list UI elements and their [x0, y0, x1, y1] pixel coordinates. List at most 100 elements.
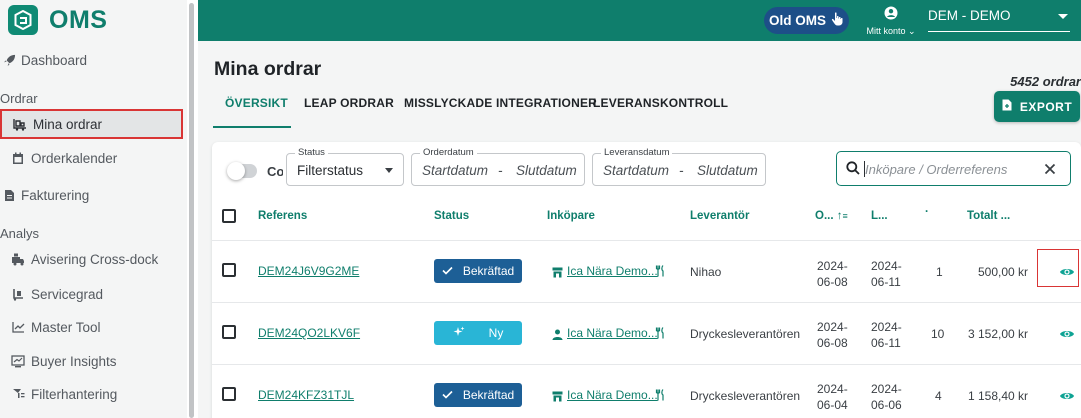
file-export-icon	[1002, 99, 1012, 114]
buyer-link[interactable]: Ica Nära Demo...	[567, 388, 658, 402]
view-eye-icon[interactable]	[1059, 388, 1075, 404]
logo-text: OMS	[49, 5, 108, 34]
row-checkbox[interactable]	[222, 387, 236, 401]
sidebar-item-invoicing[interactable]: Fakturering	[0, 180, 183, 210]
status-filter-select[interactable]: Status Filterstatus	[286, 147, 404, 186]
filter-list-icon	[11, 387, 25, 401]
tab-active-indicator	[213, 126, 291, 128]
sidebar-item-master-tool[interactable]: Master Tool	[0, 312, 183, 342]
tenant-value: DEM - DEMO	[928, 8, 1011, 23]
order-count: 5452 ordrar	[1010, 74, 1081, 89]
delivery-date-separator: -	[679, 163, 684, 178]
order-date-line-1: 2024-	[817, 320, 848, 334]
section-label-orders: Ordrar	[0, 91, 38, 106]
status-filter-legend: Status	[295, 147, 328, 158]
order-date-legend: Orderdatum	[420, 147, 477, 158]
buyer-link[interactable]: Ica Nära Demo...	[567, 326, 658, 340]
delivery-date-end[interactable]: Slutdatum	[697, 163, 758, 178]
sidebar-item-label: Avisering Cross-dock	[31, 251, 159, 267]
column-header-status[interactable]: Status	[434, 210, 469, 222]
sidebar-item-buyer-insights[interactable]: Buyer Insights	[0, 346, 183, 376]
cutlery-icon	[655, 264, 666, 282]
old-oms-button[interactable]: Old OMS	[764, 7, 849, 34]
clear-search-icon[interactable]	[1044, 162, 1056, 180]
search-placeholder: Inköpare / Orderreferens	[865, 162, 1008, 177]
total-cell: 500,00 kr	[978, 265, 1029, 279]
column-header-delivery-date[interactable]: L...	[871, 210, 888, 222]
export-button[interactable]: EXPORT	[994, 91, 1080, 122]
dropdown-arrow-icon	[1058, 14, 1068, 19]
orders-card: Co Status Filterstatus Orderdatum Startd…	[212, 142, 1081, 418]
sidebar-item-filter-handling[interactable]: Filterhantering	[0, 379, 183, 409]
dolly-icon	[11, 287, 25, 301]
status-filter-value: Filterstatus	[297, 163, 364, 178]
order-date-line-2: 06-04	[817, 398, 848, 412]
sidebar-item-label: Servicegrad	[31, 286, 104, 302]
account-menu[interactable]: Mitt konto ⌄	[864, 6, 918, 36]
account-label: Mitt konto	[866, 26, 906, 36]
order-date-separator: -	[498, 163, 503, 178]
delivery-date-cell: 2024- 06-11	[871, 319, 902, 351]
truck-loading-icon	[11, 252, 25, 266]
buyer-link[interactable]: Ica Nära Demo...	[567, 264, 658, 278]
tab-overview[interactable]: ÖVERSIKT	[225, 96, 288, 110]
supplier-cell: Dryckesleverantören	[690, 389, 801, 403]
sidebar-scrollbar[interactable]	[189, 3, 194, 418]
check-icon	[442, 264, 453, 278]
search-input[interactable]: Inköpare / Orderreferens	[836, 151, 1071, 186]
column-header-quantity[interactable]: ·	[925, 206, 929, 218]
select-all-checkbox[interactable]	[222, 209, 236, 223]
column-header-order-date[interactable]: O... ↑≡	[815, 210, 848, 222]
column-header-total[interactable]: Totalt ...	[967, 210, 1010, 222]
row-checkbox[interactable]	[222, 325, 236, 339]
delivery-date-legend: Leveransdatum	[601, 147, 673, 158]
total-cell: 1 158,40 kr	[968, 389, 1029, 403]
highlight-box	[1037, 249, 1079, 287]
calendar-icon	[11, 151, 25, 165]
row-divider	[212, 302, 1081, 303]
search-icon	[846, 161, 860, 180]
quantity-cell: 10	[931, 327, 945, 341]
tab-leap-orders[interactable]: LEAP ORDRAR	[304, 96, 394, 110]
sidebar-item-label: Orderkalender	[31, 150, 118, 166]
sidebar-item-dashboard[interactable]: Dashboard	[0, 45, 183, 75]
sidebar-item-crossdock[interactable]: Avisering Cross-dock	[0, 244, 183, 274]
sidebar-item-order-calendar[interactable]: Orderkalender	[0, 143, 183, 173]
invoice-icon	[2, 188, 16, 202]
order-date-range[interactable]: Orderdatum Startdatum - Slutdatum	[411, 147, 585, 186]
old-oms-label: Old OMS	[769, 13, 826, 28]
order-date-end[interactable]: Slutdatum	[516, 163, 577, 178]
column-header-supplier[interactable]: Leverantör	[690, 210, 749, 222]
tab-failed-integrations[interactable]: MISSLYCKADE INTEGRATIONER	[404, 96, 597, 110]
cutlery-icon	[655, 388, 666, 406]
sidebar-item-service-level[interactable]: Servicegrad	[0, 279, 183, 309]
delivery-date-line-2: 06-06	[871, 398, 902, 412]
account-circle-icon	[884, 6, 898, 24]
tenant-select[interactable]: DEM - DEMO	[928, 8, 1070, 32]
order-reference-link[interactable]: DEM24J6V9G2ME	[258, 264, 359, 278]
status-badge-confirmed: Bekräftad	[434, 383, 522, 407]
sidebar-item-my-orders[interactable]: Mina ordrar	[0, 109, 183, 139]
order-date-start[interactable]: Startdatum	[422, 163, 488, 178]
insights-icon	[11, 354, 25, 368]
order-date-line-2: 06-08	[817, 336, 848, 350]
delivery-date-start[interactable]: Startdatum	[603, 163, 669, 178]
pointer-hand-icon	[831, 12, 844, 29]
sidebar-item-label: Fakturering	[21, 187, 90, 203]
section-label-analysis: Analys	[0, 226, 40, 241]
column-header-buyer[interactable]: Inköpare	[547, 210, 595, 222]
order-reference-link[interactable]: DEM24QO2LKV6F	[258, 326, 360, 340]
columns-toggle[interactable]	[227, 162, 257, 180]
order-date-cell: 2024- 06-08	[817, 258, 848, 290]
logo[interactable]: OMS	[8, 5, 107, 35]
delivery-date-range[interactable]: Leveransdatum Startdatum - Slutdatum	[592, 147, 766, 186]
order-reference-link[interactable]: DEM24KFZ31TJL	[258, 388, 354, 402]
column-header-reference[interactable]: Referens	[258, 210, 307, 222]
row-checkbox[interactable]	[222, 263, 236, 277]
check-icon	[442, 388, 453, 402]
line-chart-icon	[11, 320, 25, 334]
tab-delivery-control[interactable]: LEVERANSKONTROLL	[593, 96, 728, 110]
sidebar: OMS Dashboard Ordrar Mina ordrar Orderka…	[0, 0, 187, 418]
supplier-cell: Nihao	[690, 265, 722, 279]
view-eye-icon[interactable]	[1059, 326, 1075, 342]
